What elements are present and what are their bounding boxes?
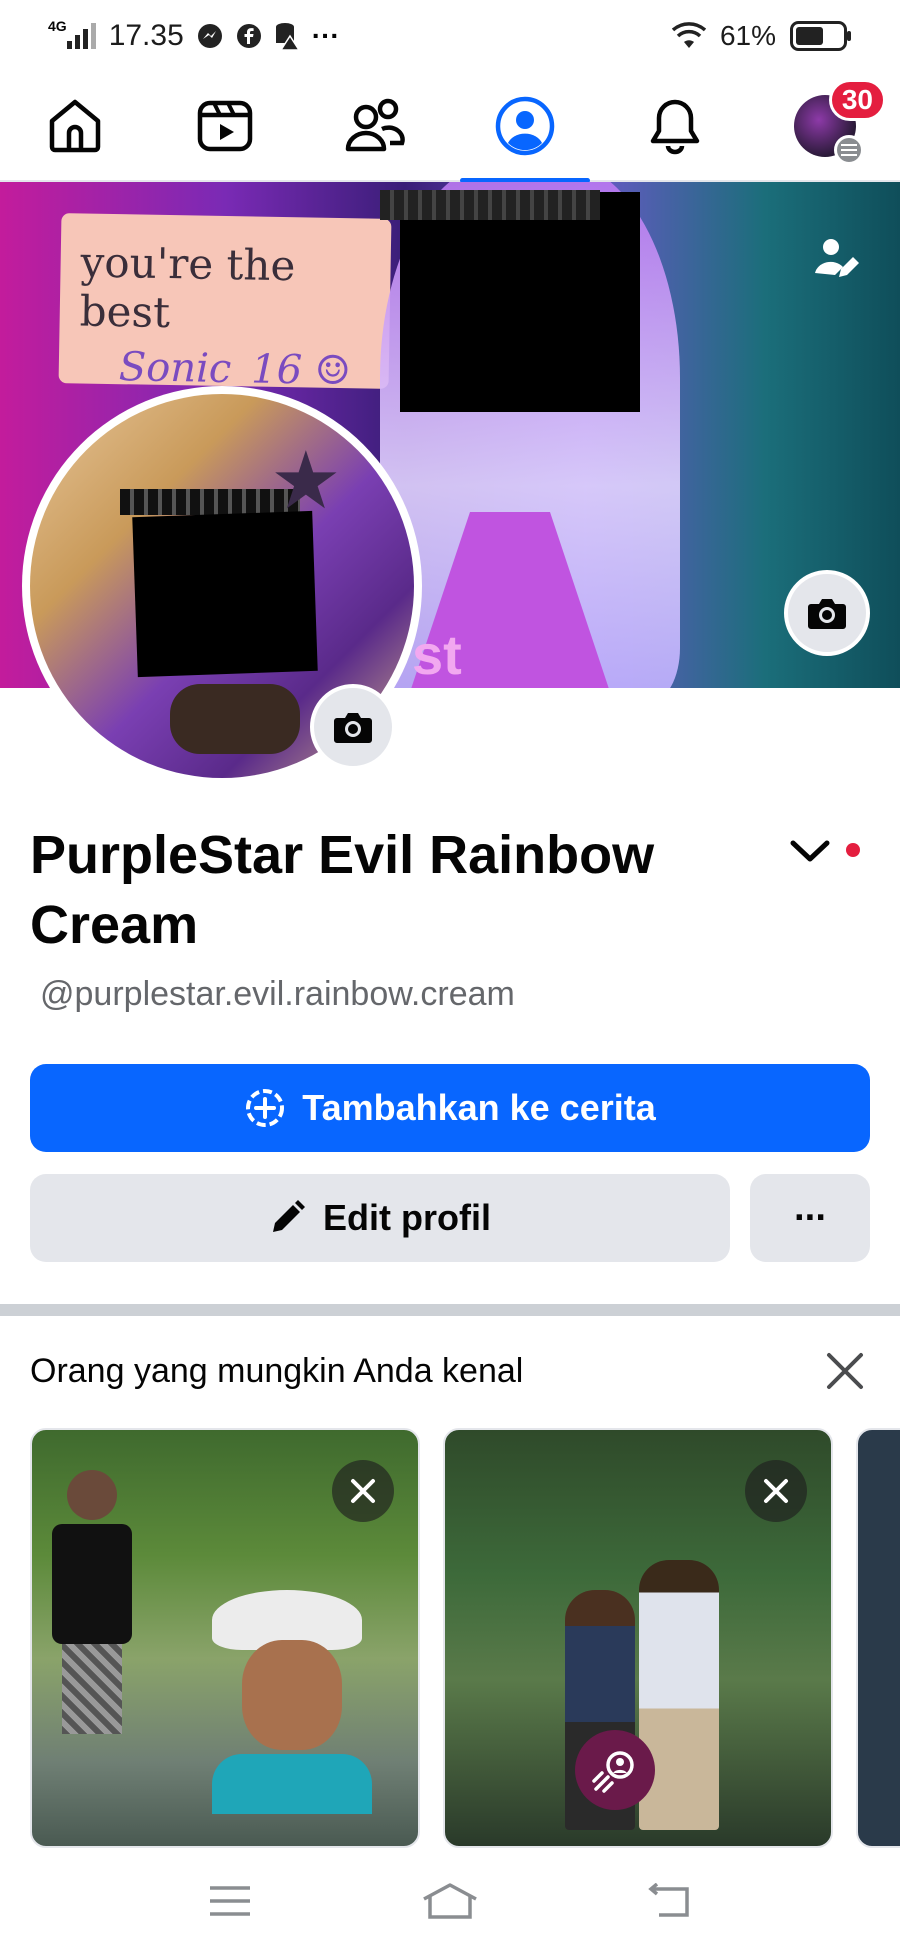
profile-camera-button[interactable] <box>310 684 396 770</box>
pymk-card[interactable] <box>30 1428 420 1848</box>
boost-icon <box>575 1730 655 1810</box>
facebook-notif-icon <box>236 23 262 49</box>
back-icon <box>648 1882 689 1917</box>
tab-notifications[interactable] <box>600 71 750 181</box>
dismiss-suggestion-button[interactable] <box>332 1460 394 1522</box>
wifi-icon <box>671 22 706 50</box>
pencil-icon <box>273 1200 305 1232</box>
system-back-button[interactable] <box>630 1871 710 1931</box>
top-nav: 30 <box>0 71 900 183</box>
username: @purplestar.evil.rainbow.cream <box>40 975 515 1013</box>
camera-icon <box>334 713 372 743</box>
camera-icon <box>808 599 846 629</box>
dismiss-suggestion-button[interactable] <box>745 1460 807 1522</box>
profile-icon <box>495 96 555 156</box>
more-options-button[interactable]: ··· <box>750 1174 870 1262</box>
suggestion-photo-subject <box>212 1590 372 1814</box>
battery-icon <box>790 21 852 51</box>
pymk-close-button[interactable] <box>820 1346 870 1396</box>
cover-camera-button[interactable] <box>784 570 870 656</box>
system-home-button[interactable] <box>410 1871 490 1931</box>
tab-profile[interactable] <box>450 71 600 183</box>
network-type: 4G <box>48 18 67 34</box>
avatar: 30 <box>794 79 886 165</box>
data-warning-icon <box>274 22 300 50</box>
close-icon <box>827 1353 863 1389</box>
status-bar: 4G 17.35 ··· 61% <box>0 0 900 72</box>
status-overflow: ··· <box>311 20 340 51</box>
friends-icon <box>345 98 405 152</box>
suggestion-photo <box>52 1470 132 1734</box>
home-icon <box>49 99 101 153</box>
cover-overlay-text: st <box>412 623 462 686</box>
status-bar-right: 61% <box>671 20 852 52</box>
add-story-icon <box>246 1089 285 1127</box>
bell-icon <box>650 99 700 155</box>
menu-icon <box>834 135 864 165</box>
pymk-card[interactable] <box>443 1428 833 1848</box>
pymk-card[interactable] <box>856 1428 900 1848</box>
switch-profile-dropdown[interactable] <box>784 826 836 878</box>
edit-avatar-button[interactable] <box>806 228 866 288</box>
recents-button[interactable] <box>190 1871 270 1931</box>
notification-badge: 30 <box>828 79 886 121</box>
signal-icon: 4G <box>48 18 97 49</box>
more-options-label: ··· <box>794 1196 828 1239</box>
unread-dot <box>846 843 860 857</box>
video-icon <box>197 100 253 152</box>
messenger-notif-icon <box>196 22 224 50</box>
add-to-story-label: Tambahkan ke cerita <box>302 1087 656 1128</box>
add-to-story-button[interactable]: Tambahkan ke cerita <box>30 1064 870 1152</box>
home-outline-icon <box>423 1882 477 1919</box>
cover-sign-line1: you're the best <box>79 237 296 338</box>
tab-menu[interactable]: 30 <box>750 71 900 181</box>
section-divider <box>0 1304 900 1316</box>
star-decoration: ★ <box>270 436 342 525</box>
tab-home[interactable] <box>0 71 150 181</box>
edit-profile-button[interactable]: Edit profil <box>30 1174 730 1262</box>
status-bar-left: 4G 17.35 ··· <box>48 18 340 53</box>
chevron-down-icon <box>790 840 830 862</box>
tab-video[interactable] <box>150 71 300 181</box>
edit-profile-label: Edit profil <box>323 1197 491 1238</box>
tab-friends[interactable] <box>300 71 450 181</box>
pymk-title: Orang yang mungkin Anda kenal <box>30 1352 524 1390</box>
close-icon <box>351 1479 375 1503</box>
recents-icon <box>210 1885 250 1916</box>
person-edit-icon <box>815 239 859 277</box>
system-nav-bar <box>0 1852 900 1949</box>
profile-name: PurpleStar Evil Rainbow Cream <box>30 825 655 955</box>
clock: 17.35 <box>108 19 184 52</box>
battery-percent: 61% <box>719 20 776 51</box>
close-icon <box>764 1479 788 1503</box>
